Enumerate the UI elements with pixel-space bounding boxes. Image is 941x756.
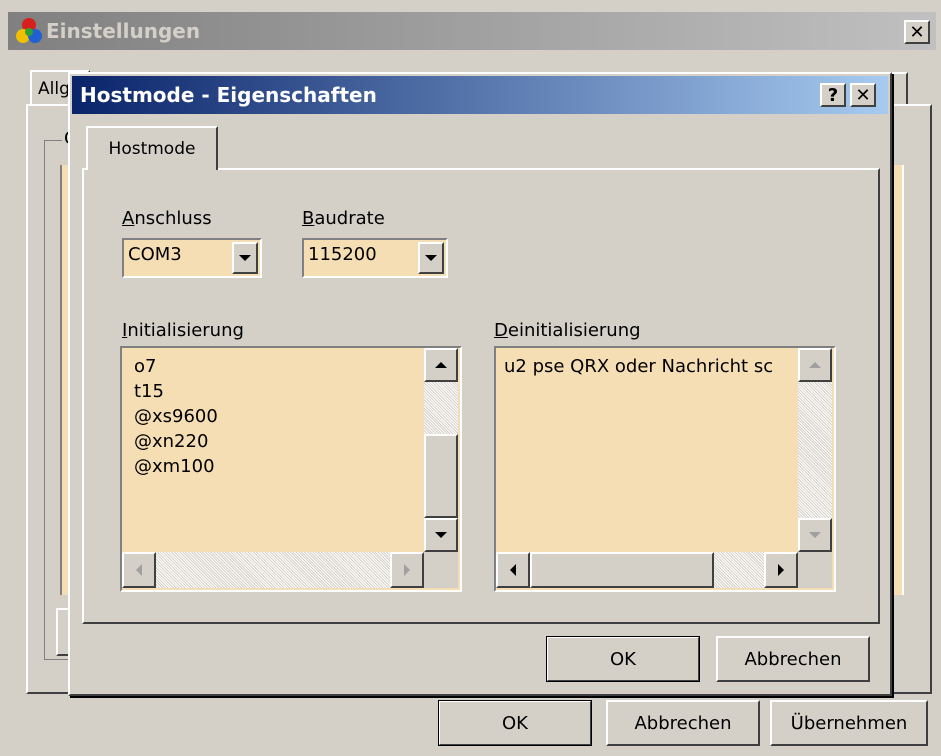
- init-line: @xn220: [134, 431, 209, 452]
- anschluss-label-rest: nschluss: [134, 208, 212, 229]
- arrow-right-icon: [778, 564, 784, 576]
- outer-ok-button[interactable]: OK: [438, 700, 592, 746]
- deinit-label-rest: einitialisierung: [507, 320, 641, 341]
- dialog-help-button[interactable]: ?: [820, 83, 846, 107]
- help-icon: ?: [827, 84, 839, 106]
- outer-title-bar[interactable]: Einstellungen: [8, 12, 936, 50]
- arrow-down-icon: [435, 532, 447, 538]
- anschluss-label-accel: A: [122, 208, 135, 229]
- deinit-line: u2 pse QRX oder Nachricht sc: [504, 356, 774, 377]
- outer-apply-button[interactable]: Übernehmen: [770, 700, 928, 746]
- arrow-left-icon: [136, 564, 142, 576]
- baudrate-value: 115200: [308, 244, 377, 265]
- dialog-ok-button[interactable]: OK: [546, 636, 700, 682]
- arrow-down-icon: [809, 532, 821, 538]
- arrow-right-icon: [404, 564, 410, 576]
- anschluss-dropdown-button[interactable]: [232, 242, 258, 274]
- outer-window-title: Einstellungen: [46, 19, 201, 43]
- deinit-scroll-left-button[interactable]: [496, 552, 530, 588]
- close-icon: ✕: [855, 84, 871, 106]
- anschluss-select[interactable]: COM3: [122, 238, 262, 278]
- anschluss-value: COM3: [128, 244, 182, 265]
- deinit-scroll-right-button[interactable]: [764, 552, 798, 588]
- scroll-corner: [798, 552, 832, 588]
- deinit-scroll-down-button[interactable]: [798, 518, 832, 552]
- dialog-title-bar[interactable]: Hostmode - Eigenschaften: [72, 76, 888, 114]
- dialog-cancel-button[interactable]: Abbrechen: [716, 636, 870, 682]
- init-label-rest: nitialisierung: [127, 320, 244, 341]
- init-line: @xm100: [134, 456, 215, 477]
- baudrate-label-rest: audrate: [314, 208, 385, 229]
- deinit-textarea[interactable]: u2 pse QRX oder Nachricht sc: [494, 346, 836, 592]
- baudrate-label-accel: B: [302, 208, 315, 229]
- arrow-up-icon: [809, 362, 821, 368]
- tab-hostmode[interactable]: Hostmode: [86, 126, 218, 170]
- outer-close-button[interactable]: ✕: [904, 20, 930, 44]
- init-scroll-up-button[interactable]: [424, 348, 458, 382]
- baudrate-label: Baudrate: [302, 208, 385, 229]
- outer-tab-label: Allg: [38, 79, 70, 99]
- arrow-left-icon: [510, 564, 516, 576]
- tab-hostmode-label: Hostmode: [108, 139, 196, 159]
- arrow-up-icon: [435, 362, 447, 368]
- dialog-title: Hostmode - Eigenschaften: [80, 83, 377, 107]
- deinit-scroll-up-button[interactable]: [798, 348, 832, 382]
- init-textarea[interactable]: o7 t15 @xs9600 @xn220 @xm100: [120, 346, 462, 592]
- deinit-hscroll-thumb[interactable]: [530, 552, 714, 588]
- init-vscroll-thumb[interactable]: [424, 434, 458, 518]
- init-line: t15: [134, 381, 164, 402]
- chevron-down-icon: [239, 255, 251, 261]
- baudrate-dropdown-button[interactable]: [418, 242, 444, 274]
- outer-ok-label: OK: [502, 712, 528, 734]
- hostmode-dialog: Hostmode - Eigenschaften ? ✕ Hostmode An…: [68, 72, 892, 696]
- init-scroll-right-button[interactable]: [390, 552, 424, 588]
- outer-cancel-button[interactable]: Abbrechen: [606, 700, 760, 746]
- close-icon: ✕: [909, 21, 925, 43]
- init-line: o7: [134, 356, 157, 377]
- scroll-corner: [424, 552, 458, 588]
- init-line: @xs9600: [134, 406, 218, 427]
- app-icon: [14, 16, 44, 46]
- deinit-label-accel: D: [494, 320, 508, 341]
- dialog-close-button[interactable]: ✕: [850, 83, 876, 107]
- chevron-down-icon: [425, 255, 437, 261]
- baudrate-select[interactable]: 115200: [302, 238, 448, 278]
- init-hscroll-track[interactable]: [122, 552, 424, 588]
- init-scroll-left-button[interactable]: [122, 552, 156, 588]
- anschluss-label: Anschluss: [122, 208, 212, 229]
- init-scroll-down-button[interactable]: [424, 518, 458, 552]
- init-label: Initialisierung: [122, 320, 244, 341]
- outer-cancel-label: Abbrechen: [634, 712, 732, 734]
- outer-apply-label: Übernehmen: [790, 712, 908, 734]
- dialog-cancel-label: Abbrechen: [744, 648, 842, 670]
- deinit-label: Deinitialisierung: [494, 320, 641, 341]
- dialog-ok-label: OK: [610, 648, 636, 670]
